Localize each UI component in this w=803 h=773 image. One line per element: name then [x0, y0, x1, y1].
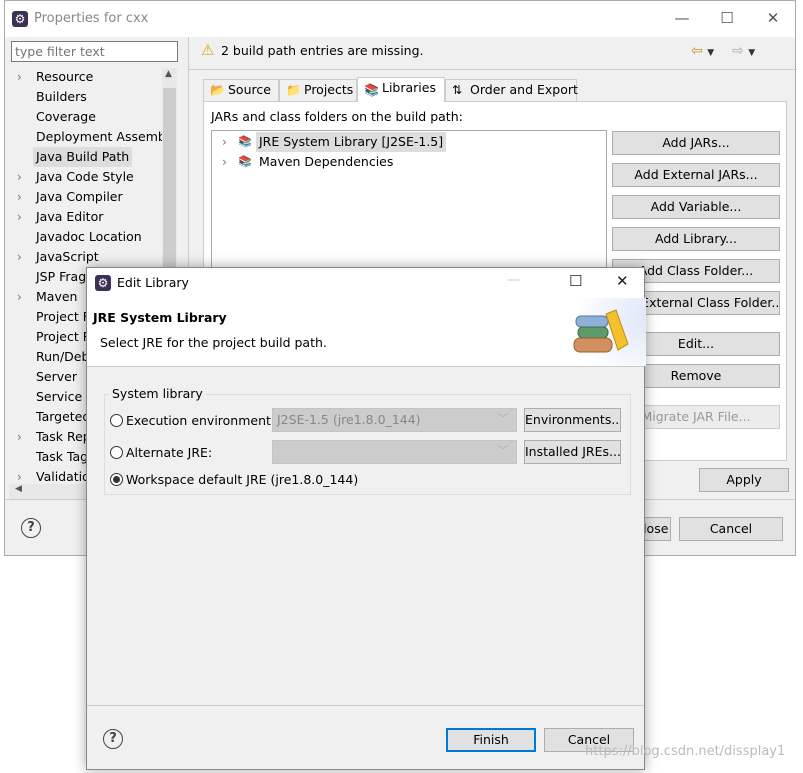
tree-item-label: Server — [36, 369, 77, 384]
eclipse-icon: ⚙ — [95, 275, 111, 291]
tree-item-label: Project R — [36, 329, 92, 344]
eclipse-icon: ⚙ — [12, 11, 28, 27]
edit-library-dialog: ⚙ Edit Library — ☐ ✕ JRE System Library … — [86, 267, 646, 770]
alternate-jre-combo: ﹀ — [272, 440, 517, 464]
library-entry[interactable]: › 📚 Maven Dependencies — [212, 152, 606, 172]
installed-jres-button[interactable]: Installed JREs... — [524, 440, 621, 464]
tree-item-label: Targeted — [36, 409, 91, 424]
divider — [189, 69, 797, 70]
dialog-header: JRE System Library Select JRE for the pr… — [87, 298, 646, 367]
environments-button[interactable]: Environments... — [524, 408, 621, 432]
header-banner — [557, 298, 646, 366]
expand-chevron-icon[interactable]: › — [17, 427, 22, 447]
radio-label: Execution environment: — [126, 413, 276, 428]
tab-libraries[interactable]: 📚 Libraries — [357, 77, 445, 102]
expand-chevron-icon[interactable]: › — [17, 167, 22, 187]
warning-message: 2 build path entries are missing. — [221, 43, 424, 58]
source-folder-icon: 📂 — [210, 83, 225, 97]
dialog-title-bar: ⚙ Edit Library — ☐ ✕ — [87, 268, 644, 298]
tab-label: Order and Export — [470, 82, 578, 97]
tree-item-label: Maven — [36, 289, 78, 304]
execution-environment-combo: J2SE-1.5 (jre1.8.0_144) ﹀ — [272, 408, 517, 432]
close-button[interactable]: ✕ — [616, 272, 629, 290]
library-entry[interactable]: › 📚 JRE System Library [J2SE-1.5] — [212, 132, 606, 152]
group-label: System library — [109, 386, 206, 401]
divider — [87, 705, 644, 706]
forward-icon[interactable]: ⇨ ▼ — [732, 43, 755, 59]
tree-item-label: Java Code Style — [36, 169, 134, 184]
filter-input[interactable] — [11, 41, 178, 62]
chevron-down-icon: ﹀ — [498, 446, 508, 457]
order-icon: ⇅ — [452, 83, 463, 97]
tab-label: Source — [228, 82, 271, 97]
maximize-button[interactable]: ☐ — [569, 272, 582, 290]
help-icon[interactable]: ? — [103, 729, 123, 749]
warning-icon: ⚠ — [201, 41, 215, 59]
expand-chevron-icon[interactable]: › — [17, 207, 22, 227]
workspace-default-radio[interactable] — [110, 473, 123, 486]
expand-chevron-icon[interactable]: › — [17, 187, 22, 207]
tree-item-label: Task Tag — [36, 449, 89, 464]
add-jars-button[interactable]: Add JARs... — [612, 131, 780, 155]
help-icon[interactable]: ? — [21, 518, 41, 538]
window-title: Properties for cxx — [34, 11, 149, 26]
projects-icon: 📁 — [286, 83, 301, 97]
library-icon: 📚 — [238, 155, 252, 168]
tree-item-label: Run/Deb — [36, 349, 90, 364]
expand-chevron-icon[interactable]: › — [222, 134, 227, 149]
tree-item-label: Java Editor — [36, 209, 104, 224]
expand-chevron-icon[interactable]: › — [17, 247, 22, 267]
minimize-button: — — [507, 272, 521, 288]
entry-label: Maven Dependencies — [259, 154, 394, 169]
dialog-title: Edit Library — [117, 275, 189, 290]
apply-button[interactable]: Apply — [699, 468, 789, 492]
execution-environment-radio[interactable] — [110, 414, 123, 427]
tab-label: Projects — [304, 82, 354, 97]
library-icon: 📚 — [364, 83, 379, 97]
add-library-button[interactable]: Add Library... — [612, 227, 780, 251]
tree-item-label: Java Build Path — [33, 147, 133, 167]
tree-item-label: Task Rep — [36, 429, 91, 444]
close-button[interactable]: ✕ — [758, 9, 788, 27]
minimize-button[interactable]: — — [667, 9, 697, 27]
tab-order-export[interactable]: ⇅ Order and Export — [445, 79, 578, 101]
expand-chevron-icon[interactable]: › — [17, 287, 22, 307]
tree-item-label: Javadoc Location — [36, 229, 142, 244]
cancel-button[interactable]: Cancel — [679, 517, 783, 541]
radio-label: Workspace default JRE (jre1.8.0_144) — [126, 472, 359, 487]
tree-item-label: Deployment Assembly — [36, 129, 177, 144]
dialog-heading: JRE System Library — [93, 310, 227, 325]
tree-item-label: Builders — [36, 89, 87, 104]
entry-label: JRE System Library [J2SE-1.5] — [256, 132, 447, 152]
library-icon: 📚 — [238, 135, 252, 148]
dialog-description: Select JRE for the project build path. — [100, 335, 327, 350]
scroll-up-icon[interactable]: ▲ — [165, 69, 172, 79]
libraries-label: JARs and class folders on the build path… — [211, 109, 463, 124]
maximize-button[interactable]: ☐ — [712, 9, 742, 27]
tab-label: Libraries — [382, 80, 436, 95]
finish-button[interactable]: Finish — [446, 728, 536, 752]
tab-projects[interactable]: 📁 Projects — [279, 79, 357, 101]
back-icon[interactable]: ⇦ ▼ — [691, 43, 714, 59]
tab-source[interactable]: 📂 Source — [203, 79, 279, 101]
tree-item-label: Resource — [36, 69, 94, 84]
alternate-jre-radio[interactable] — [110, 446, 123, 459]
add-variable-button[interactable]: Add Variable... — [612, 195, 780, 219]
add-external-jars-button[interactable]: Add External JARs... — [612, 163, 780, 187]
combo-value: J2SE-1.5 (jre1.8.0_144) — [277, 412, 421, 427]
tree-item-label: Coverage — [36, 109, 96, 124]
tree-item-label: JavaScript — [36, 249, 99, 264]
library-books-icon — [573, 309, 629, 353]
expand-chevron-icon[interactable]: › — [222, 154, 227, 169]
tree-item-label: Java Compiler — [36, 189, 123, 204]
expand-chevron-icon[interactable]: › — [17, 67, 22, 87]
tree-item-label: Project F — [36, 309, 90, 324]
watermark: https://blog.csdn.net/dissplay1 — [585, 744, 786, 759]
chevron-down-icon: ﹀ — [498, 414, 508, 425]
title-bar: ⚙ Properties for cxx — ☐ ✕ — [5, 1, 795, 37]
radio-label: Alternate JRE: — [126, 445, 213, 460]
tree-item-label: JSP Frag — [36, 269, 87, 284]
